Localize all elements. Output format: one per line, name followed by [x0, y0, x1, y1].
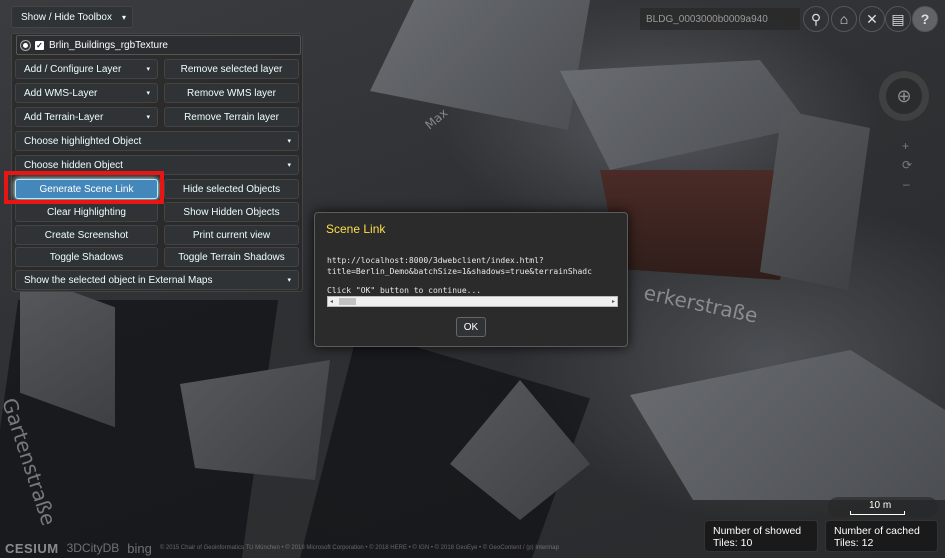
zoom-in-icon[interactable]: +: [902, 139, 909, 153]
selected-object-id: BLDG_0003000b0009a940: [640, 8, 800, 30]
remove-terrain-layer-button[interactable]: Remove Terrain layer: [164, 107, 299, 127]
horizontal-scrollbar[interactable]: ◂ ▸: [327, 296, 618, 307]
clear-highlighting-button[interactable]: Clear Highlighting: [15, 202, 158, 222]
compass-center-icon: ⊕: [896, 85, 912, 106]
tiles-cached-value: Tiles: 12: [834, 537, 874, 549]
credits-bar: CESIUM 3DCityDB bing © 2015 Chair of Geo…: [5, 539, 705, 557]
chevron-down-icon: ▾: [287, 162, 291, 169]
navigation-compass[interactable]: ⊕: [879, 71, 929, 121]
layers-icon[interactable]: ▤: [885, 6, 911, 32]
add-configure-layer-button[interactable]: Add / Configure Layer ▾: [15, 59, 158, 79]
tiles-showed-label: Number of showed: [713, 525, 802, 537]
layer-radio[interactable]: [21, 40, 30, 50]
create-screenshot-button[interactable]: Create Screenshot: [15, 225, 158, 245]
choose-highlighted-object-label: Choose highlighted Object: [24, 135, 142, 147]
choose-hidden-object-label: Choose hidden Object: [24, 159, 123, 171]
chevron-down-icon: ▾: [146, 90, 150, 97]
3dcitydb-logo[interactable]: 3DCityDB: [67, 541, 120, 555]
chevron-down-icon: ▾: [287, 138, 291, 145]
scroll-left-icon[interactable]: ◂: [330, 297, 333, 307]
toggle-shadows-button[interactable]: Toggle Shadows: [15, 247, 158, 267]
add-configure-layer-label: Add / Configure Layer: [24, 63, 122, 75]
add-wms-layer-button[interactable]: Add WMS-Layer ▾: [15, 83, 158, 103]
chevron-down-icon: ▾: [146, 114, 150, 121]
credit-text: © 2015 Chair of Geoinformatics TU Münche…: [159, 545, 559, 551]
show-hidden-objects-button[interactable]: Show Hidden Objects: [164, 202, 299, 222]
toggle-terrain-shadows-button[interactable]: Toggle Terrain Shadows: [164, 247, 299, 267]
show-in-external-maps-select[interactable]: Show the selected object in External Map…: [15, 270, 299, 290]
search-icon[interactable]: ⚲: [803, 6, 829, 32]
toolbox-toggle-label: Show / Hide Toolbox: [21, 11, 112, 23]
tiles-cached-label: Number of cached: [834, 525, 920, 537]
scale-line: [850, 511, 905, 515]
tiles-showed-value: Tiles: 10: [713, 537, 753, 549]
scene-link-url-line[interactable]: http://localhost:8000/3dwebclient/index.…: [327, 256, 619, 265]
toolbox-panel: ✓ Brlin_Buildings_rgbTexture Add / Confi…: [11, 33, 303, 292]
scroll-right-icon[interactable]: ▸: [612, 297, 615, 307]
layer-list-item[interactable]: ✓ Brlin_Buildings_rgbTexture: [16, 35, 301, 55]
tiles-cached-counter: Number of cached Tiles: 12: [825, 520, 938, 552]
building: [560, 60, 810, 170]
scene-link-url-line[interactable]: title=Berlin_Demo&batchSize=1&shadows=tr…: [327, 267, 619, 276]
tiles-showed-counter: Number of showed Tiles: 10: [704, 520, 818, 552]
add-wms-layer-label: Add WMS-Layer: [24, 87, 98, 99]
building: [370, 0, 590, 130]
scene-link-dialog: Scene Link http://localhost:8000/3dwebcl…: [314, 212, 628, 347]
building: [760, 110, 870, 290]
add-terrain-layer-button[interactable]: Add Terrain-Layer ▾: [15, 107, 158, 127]
add-terrain-layer-label: Add Terrain-Layer: [24, 111, 104, 123]
ok-button[interactable]: OK: [456, 317, 486, 337]
layer-name: Brlin_Buildings_rgbTexture: [49, 39, 168, 51]
building: [630, 350, 945, 500]
scale-label: 10 m: [869, 500, 892, 511]
bing-logo[interactable]: bing: [127, 541, 152, 556]
remove-wms-layer-button[interactable]: Remove WMS layer: [164, 83, 299, 103]
zoom-out-icon[interactable]: –: [903, 177, 910, 191]
choose-highlighted-object-select[interactable]: Choose highlighted Object ▾: [15, 131, 299, 151]
home-icon[interactable]: ⌂: [831, 6, 857, 32]
scrollbar-thumb[interactable]: [339, 298, 356, 305]
help-icon[interactable]: ?: [912, 6, 938, 32]
chevron-down-icon: ▾: [121, 12, 126, 22]
street-label: Max: [422, 105, 451, 133]
toolbox-toggle-button[interactable]: Show / Hide Toolbox ▾: [11, 6, 133, 28]
annotation-highlight-box: [4, 171, 164, 204]
street-label: erkerstraße: [641, 280, 760, 328]
chevron-down-icon: ▾: [287, 277, 291, 284]
reset-view-icon[interactable]: ⟳: [902, 158, 912, 172]
dialog-instruction: Click "OK" button to continue...: [327, 286, 482, 295]
cesium-logo[interactable]: CESIUM: [5, 541, 59, 556]
dialog-title: Scene Link: [326, 222, 386, 236]
chevron-down-icon: ▾: [146, 66, 150, 73]
show-in-external-maps-label: Show the selected object in External Map…: [24, 274, 213, 286]
layer-checkbox[interactable]: ✓: [35, 40, 44, 50]
print-current-view-button[interactable]: Print current view: [164, 225, 299, 245]
hide-selected-objects-button[interactable]: Hide selected Objects: [164, 179, 299, 199]
remove-selected-layer-button[interactable]: Remove selected layer: [164, 59, 299, 79]
tools-icon[interactable]: ✕: [859, 6, 885, 32]
